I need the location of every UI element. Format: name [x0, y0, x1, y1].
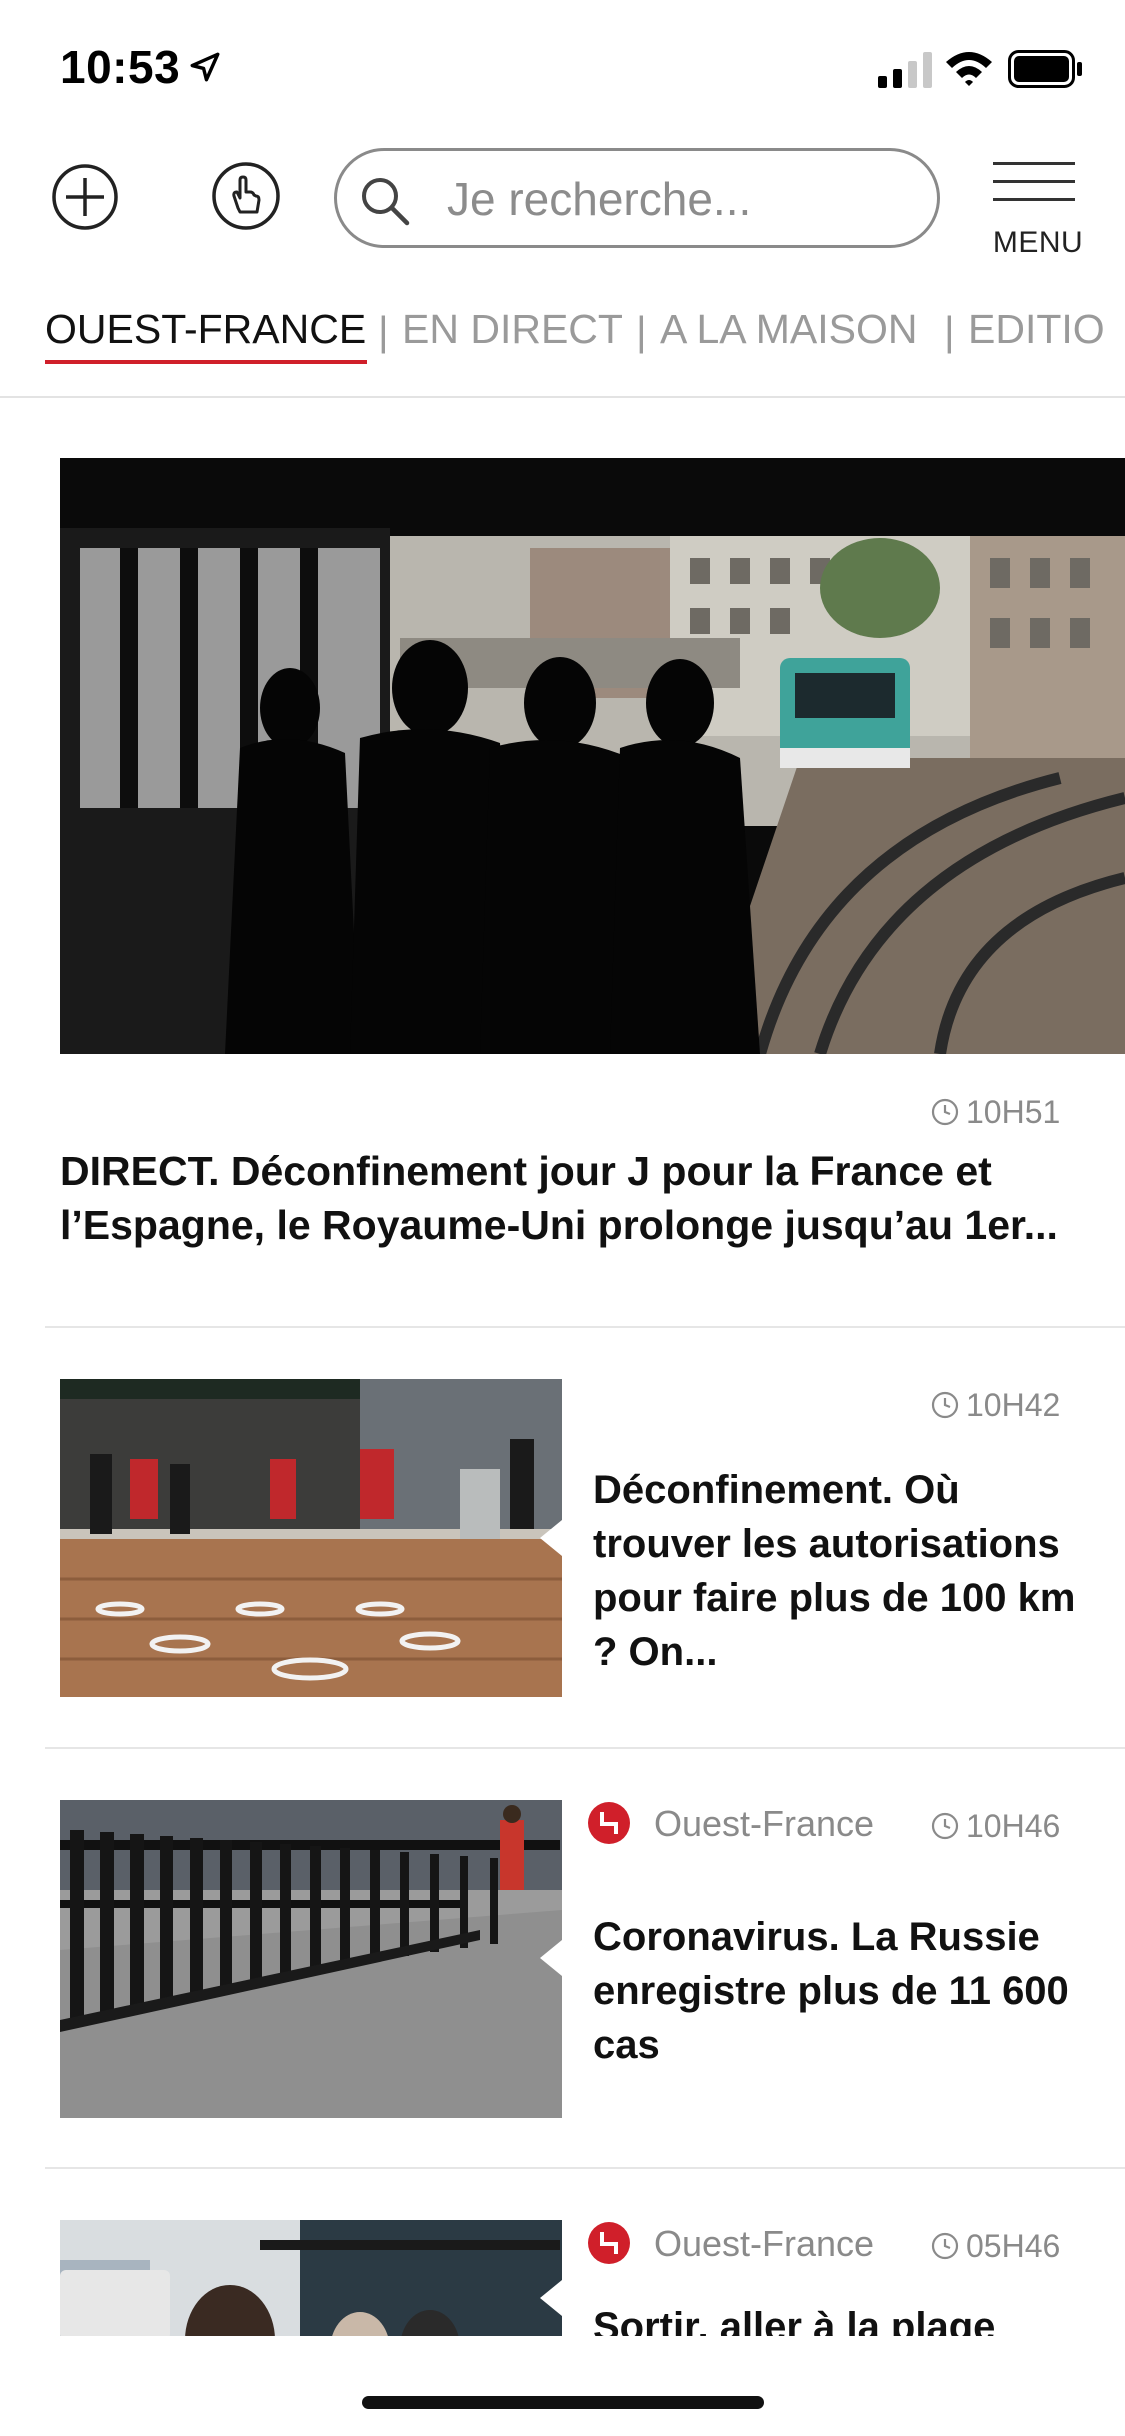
hero-timestamp: 10H51	[930, 1094, 1060, 1131]
article-timestamp: 10H46	[930, 1808, 1060, 1845]
article-timestamp: 10H42	[930, 1387, 1060, 1424]
tab-editions[interactable]: EDITIO	[968, 306, 1105, 353]
hero-article-image[interactable]	[60, 458, 1125, 1054]
add-icon[interactable]	[50, 162, 120, 232]
article-source-name: Ouest-France	[654, 1803, 875, 1844]
thumbnail-notch	[540, 2280, 562, 2316]
active-tab-indicator	[45, 360, 367, 364]
top-toolbar: MENU	[0, 130, 1125, 270]
status-bar: 10:53	[0, 0, 1125, 130]
tabs-divider	[0, 396, 1125, 398]
status-time: 10:53	[60, 41, 181, 93]
tab-en-direct[interactable]: EN DIRECT	[402, 306, 623, 353]
hero-time-text: 10H51	[966, 1094, 1061, 1130]
article-source: Ouest-France	[588, 2222, 874, 2265]
clock-icon	[931, 1391, 959, 1419]
article-thumbnail[interactable]	[60, 1379, 562, 1697]
article-divider	[45, 1326, 1125, 1328]
clock-icon	[931, 1812, 959, 1840]
article-source: Ouest-France	[588, 1802, 874, 1845]
thumbnail-notch	[540, 1520, 562, 1556]
search-box[interactable]	[334, 148, 940, 248]
menu-label: MENU	[992, 226, 1084, 259]
section-tabs: OUEST-FRANCE | EN DIRECT | A LA MAISON |…	[0, 300, 1125, 400]
clock-icon	[931, 1098, 959, 1126]
clock-icon	[931, 2232, 959, 2260]
search-icon	[362, 178, 410, 226]
article-title[interactable]: Coronavirus. La Russie enregistre plus d…	[593, 1910, 1093, 2072]
ouest-france-logo-icon	[588, 2222, 630, 2264]
tab-separator: |	[378, 308, 389, 354]
thumbnail-notch	[540, 1940, 562, 1976]
menu-button[interactable]: MENU	[988, 154, 1084, 264]
tab-separator: |	[636, 308, 647, 354]
ouest-france-logo-icon	[588, 1802, 630, 1844]
cellular-signal-icon	[878, 52, 932, 88]
app-screen: 10:53 Je recherche... MENU OUEST-FRANCE …	[0, 0, 1125, 2436]
article-divider	[45, 2167, 1125, 2169]
article-time-text: 10H42	[966, 1387, 1061, 1423]
article-time-text: 10H46	[966, 1808, 1061, 1844]
bottom-safe-area	[0, 2336, 1125, 2436]
search-input[interactable]	[447, 161, 917, 237]
tab-separator: |	[944, 308, 955, 354]
article-title[interactable]: Déconfinement. Où trouver les autorisati…	[593, 1463, 1093, 1679]
hero-article-title[interactable]: DIRECT. Déconfinement jour J pour la Fra…	[60, 1144, 1100, 1252]
location-arrow-icon	[190, 52, 220, 82]
article-divider	[45, 1747, 1125, 1749]
article-thumbnail[interactable]	[60, 1800, 562, 2118]
touch-hand-icon[interactable]	[210, 160, 282, 232]
tab-a-la-maison[interactable]: A LA MAISON	[660, 306, 918, 353]
wifi-icon	[946, 52, 992, 86]
tab-ouest-france[interactable]: OUEST-FRANCE	[45, 306, 366, 353]
article-time-text: 05H46	[966, 2228, 1061, 2264]
battery-icon	[1008, 50, 1082, 88]
home-indicator[interactable]	[362, 2396, 764, 2409]
article-timestamp: 05H46	[930, 2228, 1060, 2265]
article-source-name: Ouest-France	[654, 2223, 875, 2264]
